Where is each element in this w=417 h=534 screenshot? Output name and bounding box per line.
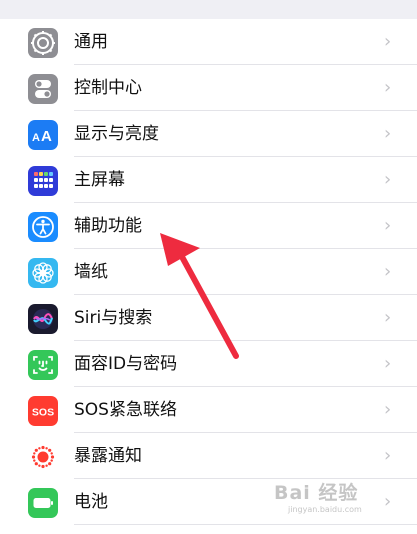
battery-icon [28, 488, 58, 518]
gear-icon [28, 28, 58, 58]
chevron-right-icon: › [384, 399, 392, 420]
svg-text:A: A [41, 128, 52, 145]
settings-item-label: 显示与亮度 [74, 124, 159, 144]
settings-item-accessibility[interactable]: 辅助功能 › [0, 203, 417, 249]
settings-item-exposure-notifications[interactable]: 暴露通知 › [0, 433, 417, 479]
accessibility-icon [28, 212, 58, 242]
chevron-right-icon: › [384, 261, 392, 282]
exposure-icon [28, 442, 58, 472]
sos-icon: SOS [28, 396, 58, 426]
home-grid-icon [28, 166, 58, 196]
chevron-right-icon: › [384, 77, 392, 98]
settings-item-label: 墙纸 [74, 262, 108, 282]
settings-item-label: 控制中心 [74, 78, 142, 98]
settings-item-siri-search[interactable]: Siri与搜索 › [0, 295, 417, 341]
settings-list: 通用 › 控制中心 › A A 显示与亮度 › 主屏幕 › 辅助功能 › 墙纸 … [0, 19, 417, 534]
face-id-icon [28, 350, 58, 380]
settings-item-label: Siri与搜索 [74, 308, 153, 328]
chevron-right-icon: › [384, 353, 392, 374]
settings-item-display-brightness[interactable]: A A 显示与亮度 › [0, 111, 417, 157]
settings-item-label: 电池 [74, 492, 108, 512]
header-band [0, 0, 417, 19]
watermark-url: jingyan.baidu.com [288, 505, 362, 514]
settings-item-label: 暴露通知 [74, 446, 142, 466]
settings-item-label: 主屏幕 [74, 170, 125, 190]
chevron-right-icon: › [384, 169, 392, 190]
chevron-right-icon: › [384, 307, 392, 328]
settings-item-label: 面容ID与密码 [74, 354, 178, 374]
settings-item-control-center[interactable]: 控制中心 › [0, 65, 417, 111]
settings-item-general[interactable]: 通用 › [0, 19, 417, 65]
chevron-right-icon: › [384, 123, 392, 144]
settings-item-label: 辅助功能 [74, 216, 142, 236]
toggles-icon [28, 74, 58, 104]
settings-item-label: SOS紧急联络 [74, 400, 177, 420]
sos-icon-text: SOS [32, 407, 54, 419]
flower-icon [28, 258, 58, 288]
text-size-icon: A A [28, 120, 58, 150]
settings-item-emergency-sos[interactable]: SOS SOS紧急联络 › [0, 387, 417, 433]
settings-item-wallpaper[interactable]: 墙纸 › [0, 249, 417, 295]
settings-item-label: 通用 [74, 32, 108, 52]
watermark: Bai 经验 jingyan.baidu.com [266, 478, 414, 526]
svg-text:A: A [32, 132, 40, 144]
watermark-logo: Bai 经验 [274, 482, 359, 504]
siri-icon [28, 304, 58, 334]
chevron-right-icon: › [384, 31, 392, 52]
chevron-right-icon: › [384, 445, 392, 466]
settings-item-face-id-passcode[interactable]: 面容ID与密码 › [0, 341, 417, 387]
chevron-right-icon: › [384, 215, 392, 236]
settings-item-home-screen[interactable]: 主屏幕 › [0, 157, 417, 203]
